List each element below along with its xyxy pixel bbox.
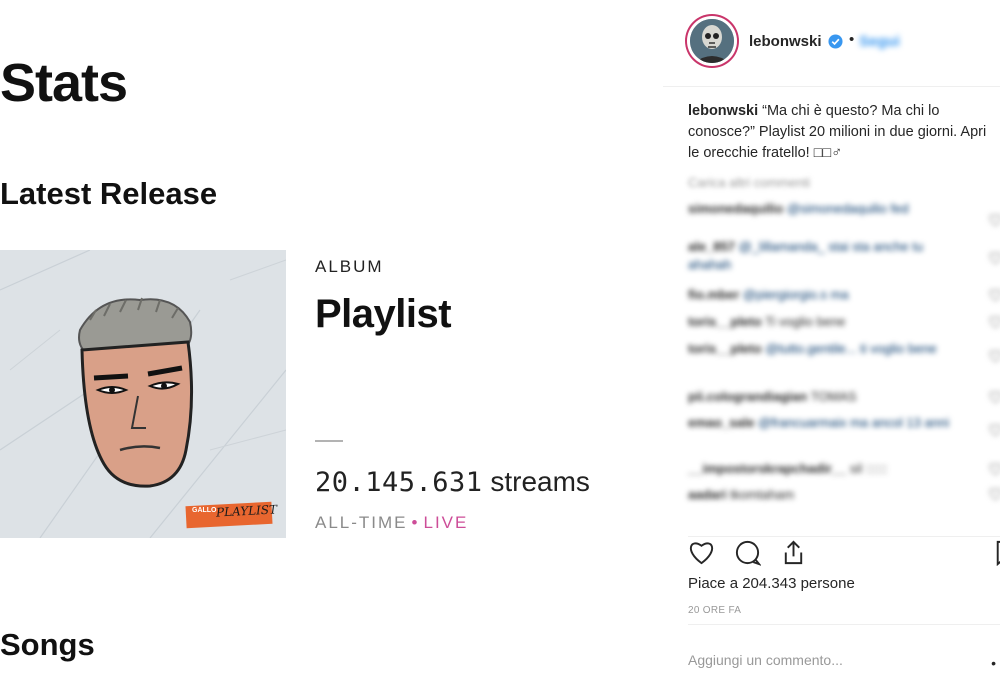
comment-username[interactable]: fio.mber xyxy=(688,287,739,302)
post-caption: lebonwski “Ma chi è questo? Ma chi lo co… xyxy=(688,101,993,164)
latest-release-heading: Latest Release xyxy=(0,176,218,211)
follow-button[interactable]: Segui xyxy=(859,33,900,50)
avatar-image xyxy=(690,19,734,63)
streams-count: 20.145.631 streams xyxy=(315,466,590,498)
comment-item: fio.mber @piergiorgio.s ma xyxy=(688,286,1000,313)
heart-icon[interactable] xyxy=(989,463,1000,475)
instagram-post-panel: lebonwski • Segui lebonwski “Ma chi è qu… xyxy=(663,0,1000,683)
comment-username[interactable]: toris__pleto xyxy=(688,314,762,329)
comments-list: simonedaquilio @simonedaquilio fed ale_8… xyxy=(688,200,1000,506)
heart-icon[interactable] xyxy=(989,214,1000,226)
add-comment-field[interactable]: Aggiungi un commento... • xyxy=(688,624,1000,683)
comment-username[interactable]: pii.colograndiagian xyxy=(688,389,807,404)
comment-text: @francuarmaix ma ancol 13 anni xyxy=(758,415,950,430)
post-username[interactable]: lebonwski xyxy=(749,33,822,50)
avatar[interactable] xyxy=(685,14,739,68)
bookmark-icon[interactable] xyxy=(990,539,1000,566)
comment-item: toris__pleto @tutto.gentile... ti voglio… xyxy=(688,340,1000,388)
comment-item: aadari tkomtaham xyxy=(688,486,1000,506)
page-title: Stats xyxy=(0,53,128,113)
verified-badge-icon xyxy=(828,34,843,49)
comment-text: @simonedaquilio fed xyxy=(786,201,909,216)
heart-icon[interactable] xyxy=(989,289,1000,301)
comment-username[interactable]: __impostorskrapchadir__ xyxy=(688,461,846,476)
comment-username[interactable]: toris__pleto xyxy=(688,341,762,356)
cover-artist-label: GALLO xyxy=(192,507,217,514)
comment-item: __impostorskrapchadir__ sil :::::: xyxy=(688,460,1000,486)
heart-icon[interactable] xyxy=(989,350,1000,362)
comment-item: simonedaquilio @simonedaquilio fed xyxy=(688,200,1000,238)
heart-icon[interactable] xyxy=(989,424,1000,436)
songs-heading: Songs xyxy=(0,627,95,662)
streams-unit: streams xyxy=(490,466,590,497)
comment-item: toris__pleto Ti voglio bene xyxy=(688,313,1000,340)
share-icon[interactable] xyxy=(780,539,807,566)
post-actions-bar xyxy=(688,536,1000,567)
album-cover-artwork xyxy=(0,250,286,538)
comment-username[interactable]: ale_857 xyxy=(688,239,735,254)
comment-username[interactable]: simonedaquilio xyxy=(688,201,783,216)
comment-icon[interactable] xyxy=(734,539,761,566)
heart-icon[interactable] xyxy=(688,539,715,566)
post-timestamp[interactable]: 20 ORE FA xyxy=(688,605,741,616)
comment-item: pii.colograndiagian TOMAS xyxy=(688,388,1000,414)
comment-text: TOMAS xyxy=(810,389,857,404)
more-dots-icon[interactable]: • xyxy=(991,655,996,671)
album-cover[interactable]: GALLO PLAYLIST xyxy=(0,250,286,538)
live-label: LIVE xyxy=(423,513,469,532)
heart-icon[interactable] xyxy=(989,316,1000,328)
streams-number: 20.145.631 xyxy=(315,467,483,498)
heart-icon[interactable] xyxy=(989,488,1000,500)
caption-username[interactable]: lebonwski xyxy=(688,103,758,119)
comment-text: Ti voglio bene xyxy=(765,314,846,329)
comment-item: ale_857 @_lillamanda_ stai sta anche tu … xyxy=(688,238,1000,286)
period-separator: • xyxy=(411,513,420,532)
likes-count[interactable]: Piace a 204.343 persone xyxy=(688,575,855,592)
heart-icon[interactable] xyxy=(989,252,1000,264)
comment-text: tkomtaham xyxy=(729,487,795,502)
comment-username[interactable]: aadari xyxy=(688,487,726,502)
stats-page: Stats Latest Release GALLO PLAYLIST ALBU… xyxy=(0,0,660,683)
streams-period: ALL-TIME • LIVE xyxy=(315,513,468,533)
divider xyxy=(315,440,343,442)
comment-username[interactable]: emao_sale xyxy=(688,415,755,430)
heart-icon[interactable] xyxy=(989,391,1000,403)
comment-text: sil :::::: xyxy=(849,461,888,476)
comment-input-placeholder[interactable]: Aggiungi un commento... xyxy=(688,652,843,668)
load-more-comments-link[interactable]: Carica altri commenti xyxy=(688,175,810,190)
period-label: ALL-TIME xyxy=(315,513,408,532)
comment-text: @tutto.gentile... ti voglio bene xyxy=(765,341,937,356)
post-header: lebonwski • Segui xyxy=(663,0,1000,87)
comment-text: @piergiorgio.s ma xyxy=(742,287,849,302)
header-separator: • xyxy=(849,31,855,48)
comment-item: emao_sale @francuarmaix ma ancol 13 anni xyxy=(688,414,1000,460)
release-type: ALBUM xyxy=(315,257,384,276)
release-name[interactable]: Playlist xyxy=(315,292,452,337)
